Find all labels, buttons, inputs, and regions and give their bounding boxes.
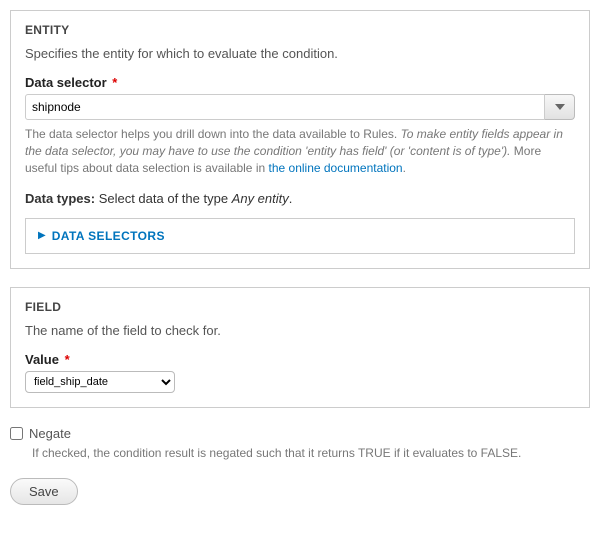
entity-description: Specifies the entity for which to evalua… <box>25 45 575 63</box>
required-indicator: * <box>65 352 70 367</box>
data-selector-label: Data selector <box>25 75 107 90</box>
data-selector-input[interactable] <box>25 94 545 120</box>
triangle-right-icon: ▶ <box>38 231 46 241</box>
data-selectors-toggle[interactable]: ▶ DATA SELECTORS <box>25 218 575 254</box>
value-label: Value <box>25 352 59 367</box>
data-selectors-label: DATA SELECTORS <box>52 229 165 243</box>
negate-checkbox[interactable] <box>10 427 23 440</box>
data-selector-help: The data selector helps you drill down i… <box>25 126 575 176</box>
chevron-down-icon <box>555 104 565 110</box>
negate-help: If checked, the condition result is nega… <box>32 445 590 462</box>
required-indicator: * <box>112 75 117 90</box>
negate-label[interactable]: Negate <box>29 426 71 441</box>
entity-fieldset: ENTITY Specifies the entity for which to… <box>10 10 590 269</box>
value-select[interactable]: field_ship_date <box>25 371 175 393</box>
data-selector-combo <box>25 94 575 120</box>
value-label-row: Value * <box>25 352 575 367</box>
negate-row: Negate <box>10 426 590 441</box>
data-selector-dropdown-button[interactable] <box>545 94 575 120</box>
data-types-row: Data types: Select data of the type Any … <box>25 191 575 206</box>
field-title: FIELD <box>25 300 575 314</box>
online-documentation-link[interactable]: the online documentation <box>269 161 403 175</box>
field-fieldset: FIELD The name of the field to check for… <box>10 287 590 408</box>
field-description: The name of the field to check for. <box>25 322 575 340</box>
data-selector-label-row: Data selector * <box>25 75 575 90</box>
save-button[interactable]: Save <box>10 478 78 505</box>
entity-title: ENTITY <box>25 23 575 37</box>
